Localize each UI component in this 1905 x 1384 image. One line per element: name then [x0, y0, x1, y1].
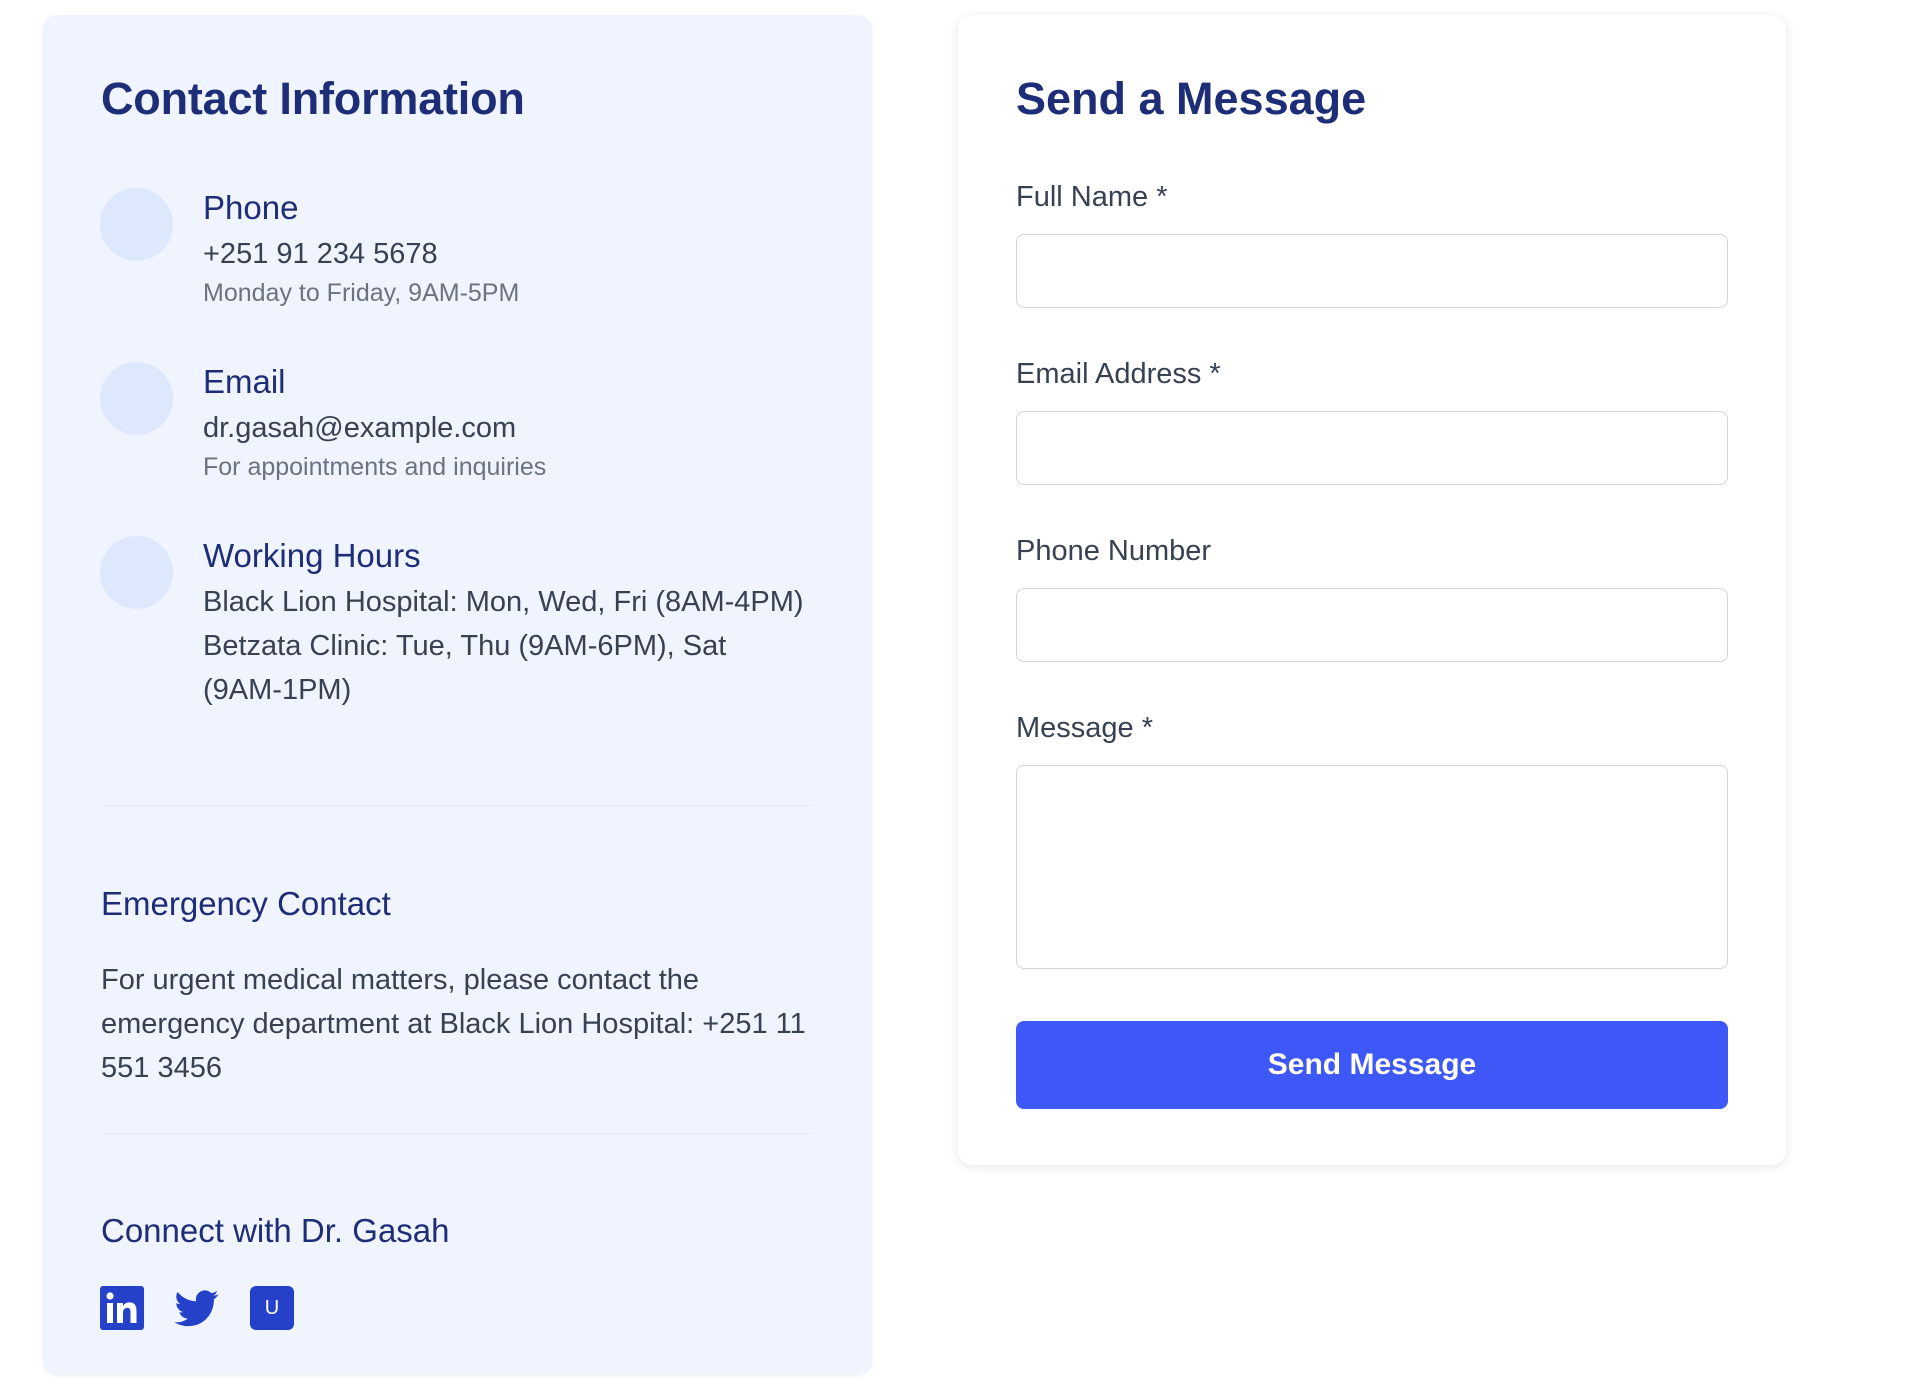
phone-label: Phone Number [1016, 535, 1212, 567]
linkedin-link[interactable] [100, 1286, 144, 1330]
phone-icon [100, 188, 173, 261]
email-label: Email Address * [1016, 358, 1221, 390]
contact-item-label: Email [203, 363, 286, 400]
twitter-icon [175, 1290, 219, 1327]
social-links: U [100, 1286, 294, 1330]
full-name-label: Full Name * [1016, 181, 1168, 213]
send-message-button[interactable]: Send Message [1016, 1021, 1728, 1109]
divider [101, 805, 812, 806]
form-title: Send a Message [1016, 73, 1367, 124]
message-textarea[interactable] [1016, 765, 1728, 969]
email-note: For appointments and inquiries [203, 453, 547, 481]
upwork-glyph: U [264, 1296, 280, 1319]
phone-input[interactable] [1016, 588, 1728, 662]
phone-number: +251 91 234 5678 [203, 238, 438, 270]
email-icon [100, 362, 173, 435]
emergency-heading: Emergency Contact [101, 885, 391, 922]
phone-hours-note: Monday to Friday, 9AM-5PM [203, 279, 520, 307]
contact-info-card: Contact Information Phone +251 91 234 56… [43, 15, 872, 1375]
contact-info-title: Contact Information [101, 73, 525, 124]
social-heading: Connect with Dr. Gasah [101, 1212, 450, 1249]
message-label: Message * [1016, 712, 1154, 744]
email-input[interactable] [1016, 411, 1728, 485]
hours-betzata: Betzata Clinic: Tue, Thu (9AM-6PM), Sat … [203, 630, 727, 706]
contact-item-label: Working Hours [203, 537, 421, 574]
emergency-text: For urgent medical matters, please conta… [101, 964, 806, 1084]
clock-icon [100, 536, 173, 609]
hours-black-lion: Black Lion Hospital: Mon, Wed, Fri (8AM-… [203, 586, 804, 618]
message-form-card: Send a Message Full Name * Email Address… [958, 15, 1786, 1165]
divider [101, 1133, 812, 1134]
linkedin-icon [100, 1286, 144, 1330]
contact-item-label: Phone [203, 189, 299, 226]
full-name-input[interactable] [1016, 234, 1728, 308]
upwork-link[interactable]: U [250, 1286, 294, 1330]
twitter-link[interactable] [175, 1286, 219, 1330]
upwork-icon: U [250, 1286, 294, 1330]
email-address: dr.gasah@example.com [203, 412, 517, 444]
